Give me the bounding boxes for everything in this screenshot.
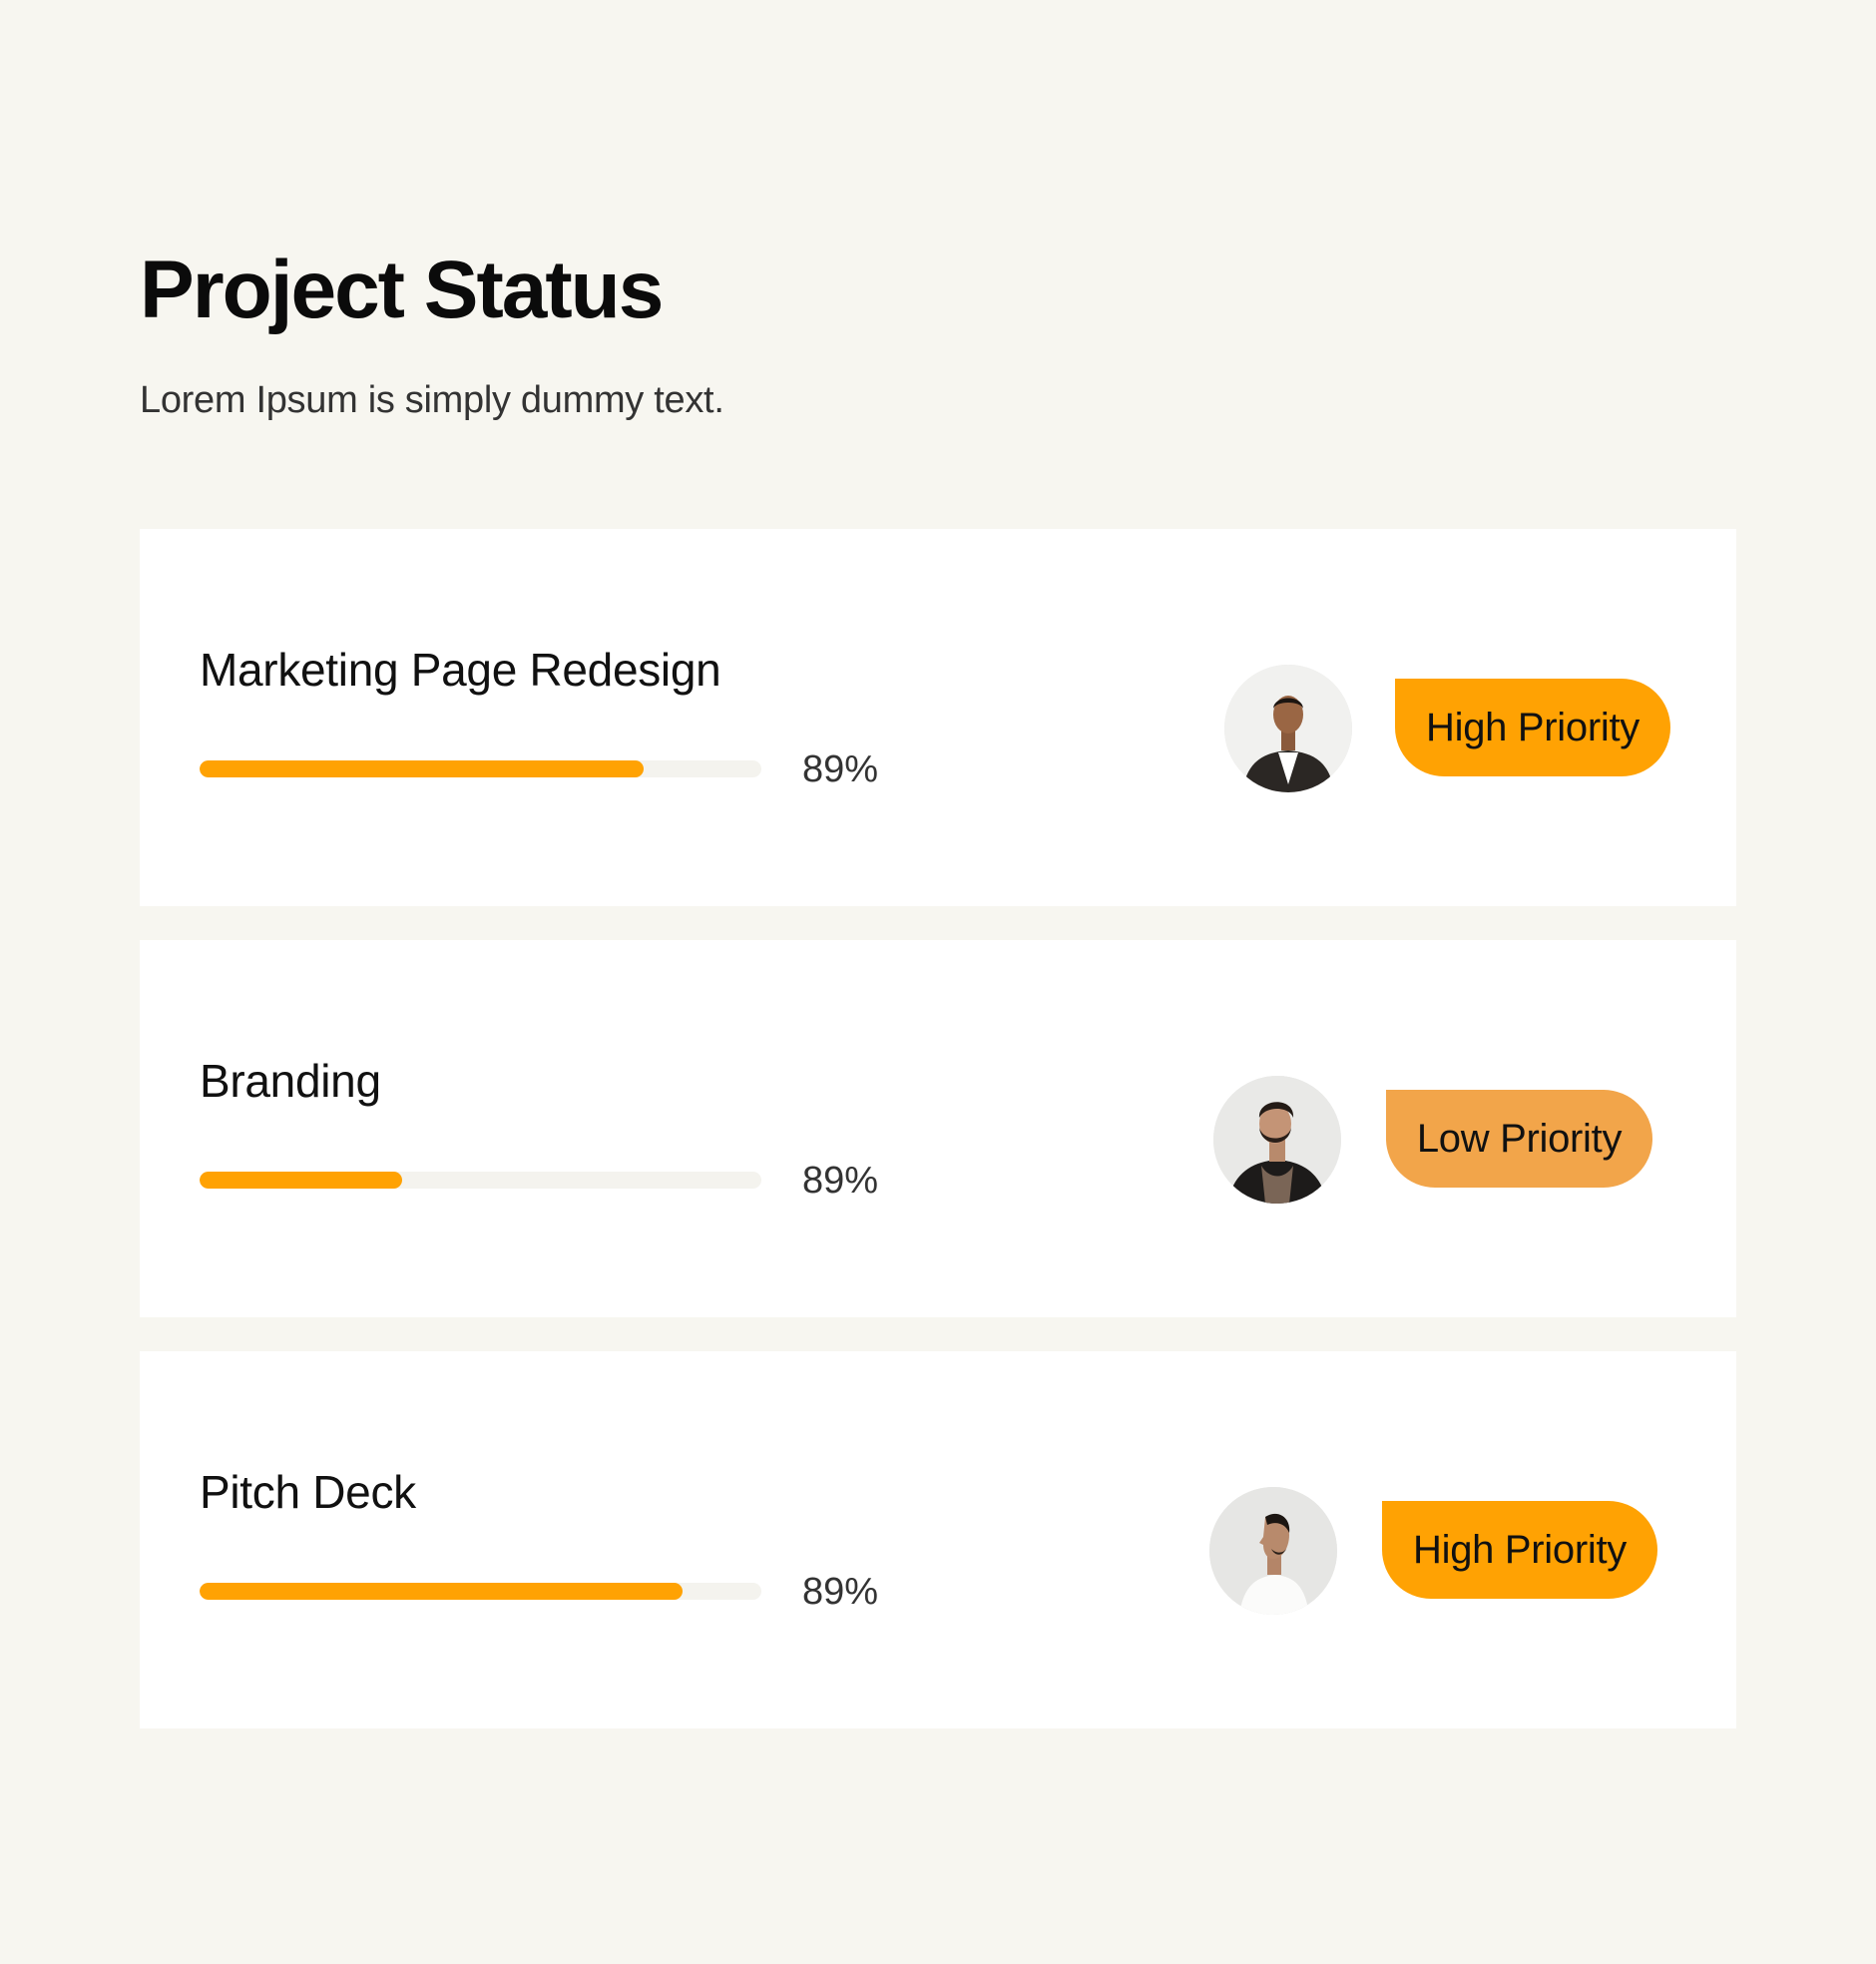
project-card[interactable]: Pitch Deck 89% High Priority [140, 1351, 1736, 1728]
progress-fill [200, 1172, 402, 1189]
bearded-man-avatar [1213, 1076, 1341, 1204]
project-title: Branding [200, 1055, 381, 1107]
person-in-suit-avatar [1224, 665, 1352, 792]
project-card[interactable]: Marketing Page Redesign 89% High Priorit… [140, 529, 1736, 906]
assignee-avatar[interactable] [1209, 1487, 1337, 1615]
project-title: Marketing Page Redesign [200, 644, 721, 696]
progress-fill [200, 760, 644, 777]
priority-badge: High Priority [1382, 1501, 1657, 1599]
progress-bar [200, 1172, 761, 1189]
progress-percent: 89% [802, 1571, 879, 1613]
project-title: Pitch Deck [200, 1466, 416, 1518]
priority-badge: High Priority [1395, 679, 1670, 776]
progress-bar [200, 760, 761, 777]
assignee-avatar[interactable] [1224, 665, 1352, 792]
page-title: Project Status [140, 245, 664, 335]
man-profile-avatar [1209, 1487, 1337, 1615]
priority-badge: Low Priority [1386, 1090, 1652, 1188]
project-list: Marketing Page Redesign 89% High Priorit… [140, 529, 1736, 1762]
assignee-avatar[interactable] [1213, 1076, 1341, 1204]
progress-percent: 89% [802, 748, 879, 790]
project-card[interactable]: Branding 89% Low Priority [140, 940, 1736, 1317]
page-subtitle: Lorem Ipsum is simply dummy text. [140, 379, 724, 421]
progress-fill [200, 1583, 684, 1600]
progress-percent: 89% [802, 1160, 879, 1202]
progress-bar [200, 1583, 761, 1600]
